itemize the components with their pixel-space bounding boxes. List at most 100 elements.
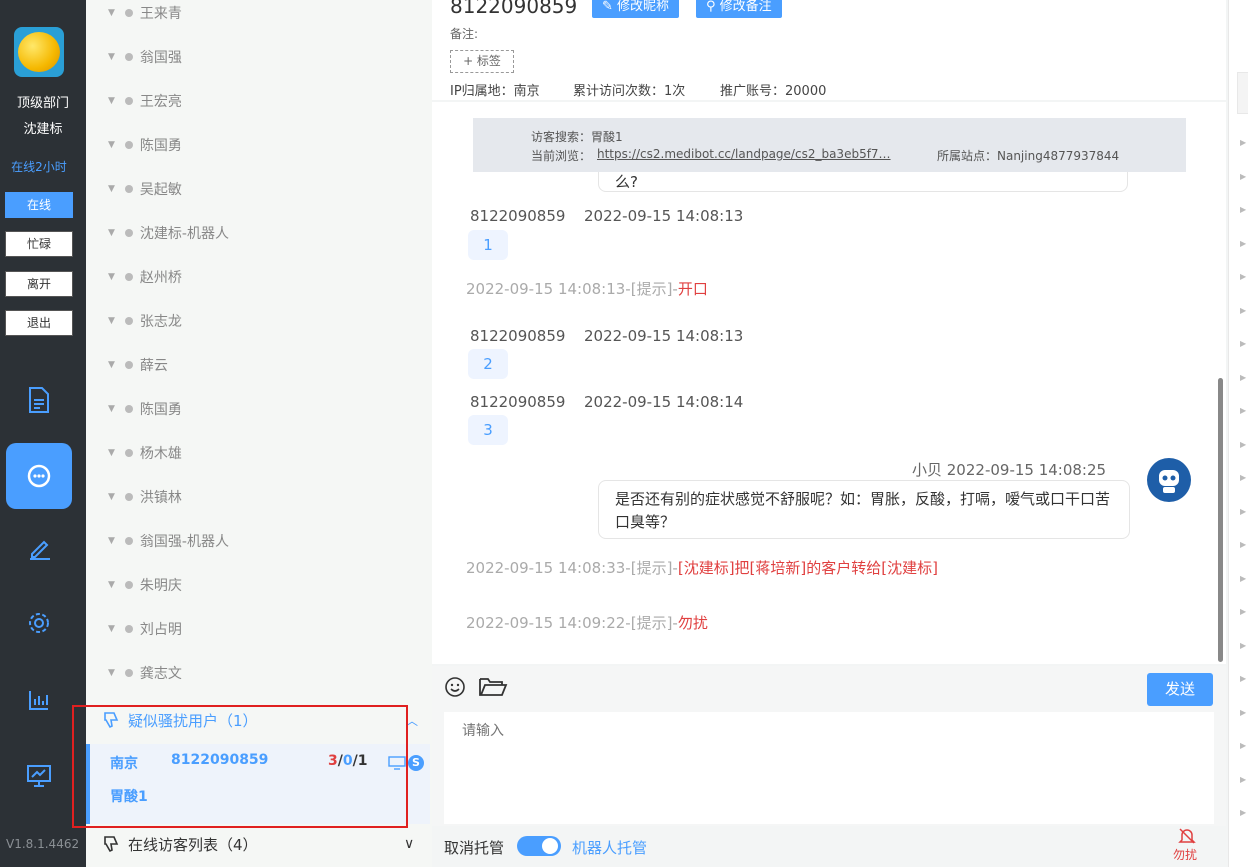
visitor-list-item[interactable]: ▼ 张志龙 [108, 311, 182, 331]
note-label: 备注: [450, 27, 479, 41]
bottom-bar: 取消托管 机器人托管 勿扰 [432, 826, 1226, 867]
status-dot [124, 405, 133, 413]
promo-account: 推广账号：20000 [720, 84, 827, 99]
caret-down-icon[interactable]: ▼ [108, 668, 115, 678]
highlight-box [72, 705, 408, 828]
emoji-icon[interactable] [444, 676, 466, 702]
partial-bubble-text: 么? [615, 173, 638, 191]
folder-icon[interactable] [478, 676, 508, 702]
source-badge-icon: S [408, 755, 424, 771]
visitor-list-item[interactable]: ▼ 杨木雄 [108, 443, 182, 463]
status-online-button[interactable]: 在线 [5, 192, 73, 218]
edit-note-label: 修改备注 [719, 0, 772, 14]
visitor-list-item[interactable]: ▼ 吴起敏 [108, 179, 182, 199]
caret-down-icon[interactable]: ▼ [108, 8, 115, 18]
expand-arrow-icon[interactable]: ▶ [1240, 775, 1246, 784]
caret-down-icon[interactable]: ▼ [108, 624, 115, 634]
visitor-list-item[interactable]: ▼ 朱明庆 [108, 575, 182, 595]
expand-arrow-icon[interactable]: ▶ [1240, 440, 1246, 449]
visitor-list-item[interactable]: ▼ 薛云 [108, 355, 168, 375]
expand-arrow-icon[interactable]: ▶ [1240, 607, 1246, 616]
tip-prefix: 2022-09-15 14:08:13-[提示]- [466, 280, 678, 298]
tip-line: 2022-09-15 14:09:22-[提示]-勿扰 [466, 612, 708, 633]
status-dot [124, 273, 133, 281]
add-tag-button[interactable]: + 标签 [450, 50, 514, 73]
expand-arrow-icon[interactable]: ▶ [1240, 808, 1246, 817]
edit-nickname-button[interactable]: ✎ 修改昵称 [592, 0, 680, 18]
tip-red: [沈建标]把[蒋培新]的客户转给[沈建标] [677, 559, 938, 577]
caret-down-icon[interactable]: ▼ [108, 184, 115, 194]
edit-note-button[interactable]: ⚲ 修改备注 [696, 0, 782, 18]
caret-down-icon[interactable]: ▼ [108, 316, 115, 326]
caret-down-icon[interactable]: ▼ [108, 580, 115, 590]
expand-arrow-icon[interactable]: ▶ [1240, 306, 1246, 315]
message-input[interactable] [444, 712, 1214, 824]
gear-icon[interactable] [0, 610, 78, 640]
visitor-list-item[interactable]: ▼ 刘占明 [108, 619, 182, 639]
caret-down-icon[interactable]: ▼ [108, 96, 115, 106]
visitor-list-item[interactable]: ▼ 翁国强 [108, 47, 182, 67]
caret-down-icon[interactable]: ▼ [108, 536, 115, 546]
visitor-list-item[interactable]: ▼ 翁国强-机器人 [108, 531, 229, 551]
status-away-button[interactable]: 离开 [5, 271, 73, 297]
visitor-list-item[interactable]: ▼ 陈国勇 [108, 135, 182, 155]
caret-down-icon[interactable]: ▼ [108, 140, 115, 150]
expand-arrow-icon[interactable]: ▶ [1240, 373, 1246, 382]
department-label: 顶级部门 [16, 96, 69, 111]
caret-down-icon[interactable]: ▼ [108, 272, 115, 282]
expand-arrow-icon[interactable]: ▶ [1240, 641, 1246, 650]
caret-down-icon[interactable]: ▼ [108, 360, 115, 370]
logout-button[interactable]: 退出 [5, 310, 73, 336]
caret-down-icon[interactable]: ▼ [108, 492, 115, 502]
chevron-down-icon[interactable]: ∨ [404, 836, 414, 852]
expand-arrow-icon[interactable]: ▶ [1240, 339, 1246, 348]
caret-down-icon[interactable]: ▼ [108, 448, 115, 458]
robot-avatar [1147, 458, 1191, 502]
chat-icon[interactable] [6, 443, 72, 509]
chat-scrollbar[interactable] [1218, 378, 1223, 662]
visitor-list-item[interactable]: ▼ 洪镇林 [108, 487, 182, 507]
expand-arrow-icon[interactable]: ▶ [1240, 239, 1246, 248]
edit-nickname-label: 修改昵称 [617, 0, 670, 14]
expand-arrow-icon[interactable]: ▶ [1240, 741, 1246, 750]
tip-red: 开口 [677, 280, 708, 298]
status-busy-button[interactable]: 忙碌 [5, 231, 73, 257]
monitor-icon[interactable] [0, 764, 78, 792]
status-dot [124, 229, 133, 237]
expand-arrow-icon[interactable]: ▶ [1240, 574, 1246, 583]
visitor-list-item[interactable]: ▼ 王宏亮 [108, 91, 182, 111]
caret-down-icon[interactable]: ▼ [108, 52, 115, 62]
send-button[interactable]: 发送 [1147, 673, 1213, 706]
msg-bubble: 1 [468, 230, 508, 260]
banner-browse-url[interactable]: https://cs2.medibot.cc/landpage/cs2_ba3e… [597, 147, 891, 161]
edit-icon[interactable] [0, 535, 78, 565]
expand-arrow-icon[interactable]: ▶ [1240, 138, 1246, 147]
msg-bubble: 2 [468, 349, 508, 379]
visitor-name: 薛云 [139, 358, 168, 374]
expand-arrow-icon[interactable]: ▶ [1240, 272, 1246, 281]
online-group-header[interactable]: 在线访客列表（4） ∨ [102, 832, 422, 856]
visitor-name: 吴起敏 [139, 182, 182, 198]
caret-down-icon[interactable]: ▼ [108, 404, 115, 414]
expand-arrow-icon[interactable]: ▶ [1240, 406, 1246, 415]
document-icon[interactable] [0, 386, 78, 418]
expand-arrow-icon[interactable]: ▶ [1240, 205, 1246, 214]
visitor-list-item[interactable]: ▼ 龚志文 [108, 663, 182, 683]
status-dot [124, 9, 133, 17]
visitor-list-item[interactable]: ▼ 赵州桥 [108, 267, 182, 287]
visitor-list-item[interactable]: ▼ 陈国勇 [108, 399, 182, 419]
chart-icon[interactable] [0, 688, 78, 716]
visitor-list-item[interactable]: ▼ 王来青 [108, 3, 182, 23]
expand-arrow-icon[interactable]: ▶ [1240, 473, 1246, 482]
caret-down-icon[interactable]: ▼ [108, 228, 115, 238]
expand-arrow-icon[interactable]: ▶ [1240, 708, 1246, 717]
status-dot [124, 97, 133, 105]
expand-arrow-icon[interactable]: ▶ [1240, 540, 1246, 549]
right-panel-tab[interactable] [1237, 72, 1248, 114]
hosting-toggle[interactable] [517, 836, 561, 856]
visitor-list-item[interactable]: ▼ 沈建标-机器人 [108, 223, 229, 243]
expand-arrow-icon[interactable]: ▶ [1240, 507, 1246, 516]
expand-arrow-icon[interactable]: ▶ [1240, 674, 1246, 683]
expand-arrow-icon[interactable]: ▶ [1240, 172, 1246, 181]
dnd-label[interactable]: 勿扰 [1173, 846, 1197, 863]
